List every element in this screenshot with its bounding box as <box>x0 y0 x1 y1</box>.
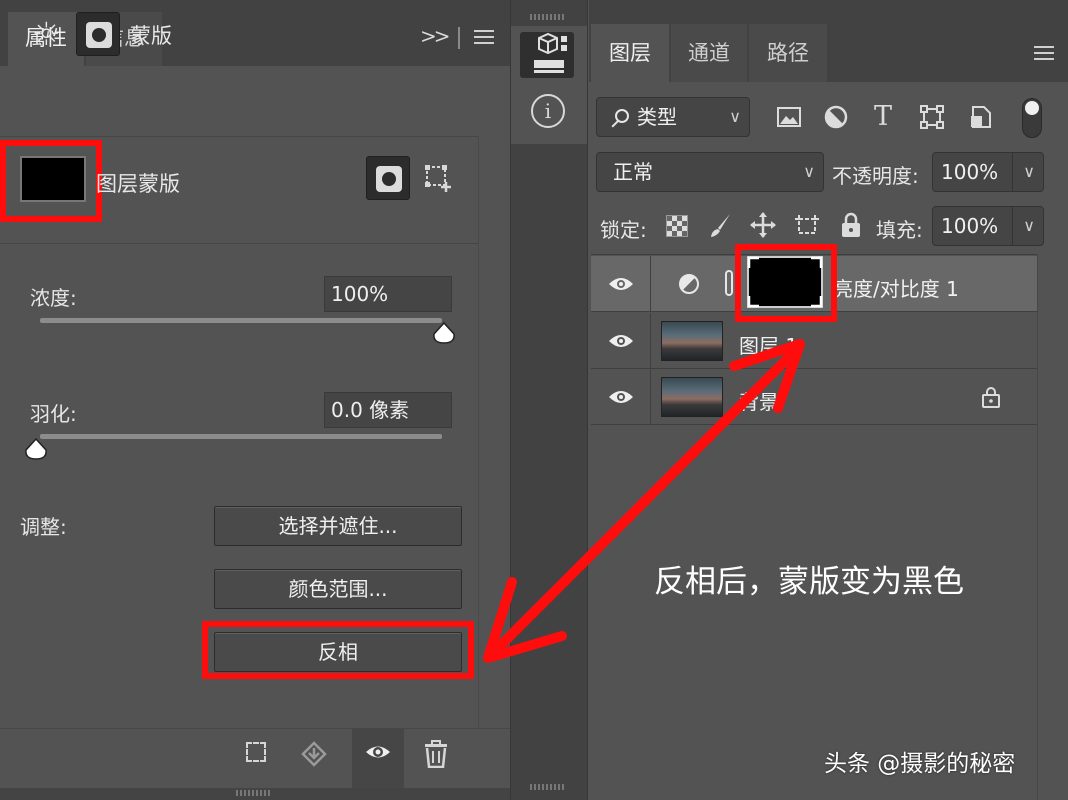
type-filter-icon[interactable]: T <box>870 103 896 130</box>
smart-object-filter-icon[interactable] <box>968 104 994 130</box>
info-icon[interactable]: i <box>531 94 565 128</box>
lock-icon <box>982 387 1000 408</box>
move-icon[interactable] <box>750 212 776 238</box>
lock-label: 锁定: <box>600 218 647 242</box>
resize-grip[interactable] <box>236 790 272 796</box>
annotation-text: 反相后，蒙版变为黑色 <box>654 564 964 600</box>
color-range-button[interactable]: 颜色范围... <box>214 569 462 609</box>
vector-mask-icon[interactable] <box>424 164 454 194</box>
select-and-mask-button[interactable]: 选择并遮住... <box>214 506 462 546</box>
layers-top-strip <box>589 0 1068 24</box>
adjustment-layer-icon <box>679 274 699 294</box>
layer-row[interactable]: 背景 <box>591 369 1037 425</box>
divider <box>0 243 478 244</box>
eye-icon[interactable] <box>364 741 392 763</box>
chevron-down-icon[interactable]: ∨ <box>1023 207 1035 245</box>
visibility-column <box>591 256 651 312</box>
divider <box>0 136 478 137</box>
feather-label: 羽化: <box>30 402 77 426</box>
layer-name: 背景 <box>739 390 779 414</box>
tab-channels[interactable]: 通道 <box>671 24 747 82</box>
dock-grip[interactable] <box>530 784 566 790</box>
filter-toggle-switch[interactable] <box>1022 98 1042 138</box>
panel-menu-icon[interactable] <box>474 30 494 44</box>
feather-slider-track[interactable] <box>40 434 442 439</box>
sun-icon[interactable]: ☼ <box>32 18 61 50</box>
fill-value: 100% <box>941 214 999 238</box>
layer-thumbnail <box>661 321 723 361</box>
blend-mode-dropdown[interactable]: 正常 ∨ <box>596 152 824 192</box>
eye-icon[interactable] <box>608 276 634 292</box>
tab-bar-divider <box>458 27 460 49</box>
chevron-down-icon: ∨ <box>729 107 741 126</box>
fill-label: 填充: <box>876 218 923 242</box>
apply-mask-icon[interactable] <box>300 740 328 768</box>
density-input[interactable]: 100% <box>324 276 452 312</box>
chain-link-icon[interactable] <box>725 270 733 296</box>
opacity-value: 100% <box>941 160 999 184</box>
highlight-frame-invert-button <box>202 621 474 679</box>
feather-input[interactable]: 0.0 像素 <box>324 392 452 428</box>
mask-icon[interactable] <box>76 12 120 56</box>
image-filter-icon[interactable] <box>776 104 802 130</box>
properties-scroll-area <box>478 136 510 728</box>
trash-icon[interactable] <box>424 740 448 769</box>
adjustment-filter-icon[interactable] <box>823 104 849 130</box>
dotted-selection-icon[interactable] <box>246 742 266 762</box>
lock-icon[interactable] <box>838 212 864 238</box>
properties-mode-label: 蒙版 <box>130 24 172 48</box>
highlight-frame-layer-mask <box>735 244 837 322</box>
highlight-frame-mask-thumbnail <box>0 140 102 222</box>
opacity-input[interactable]: 100% ∨ <box>932 152 1044 192</box>
layer-row[interactable]: 图层 1 <box>591 313 1037 369</box>
layer-filter-label: 类型 <box>637 105 677 129</box>
visibility-column <box>591 313 651 369</box>
dock-grip[interactable] <box>530 14 566 20</box>
layer-filter-dropdown[interactable]: 类型 ∨ <box>596 97 750 137</box>
chevron-down-icon[interactable]: ∨ <box>1023 153 1035 191</box>
layer-name: 图层 1 <box>739 334 799 358</box>
density-slider-track[interactable] <box>40 318 442 323</box>
density-label: 浓度: <box>30 286 77 310</box>
blend-mode-value: 正常 <box>613 160 653 184</box>
shape-filter-icon[interactable] <box>919 104 945 130</box>
brush-icon[interactable] <box>708 212 734 238</box>
fill-input[interactable]: 100% ∨ <box>932 206 1044 246</box>
visibility-column <box>591 369 651 425</box>
watermark: 头条 @摄影的秘密 <box>824 751 1016 777</box>
eye-icon[interactable] <box>608 389 634 405</box>
divider <box>1012 153 1013 191</box>
3d-icon[interactable] <box>520 32 574 78</box>
properties-mode-row <box>0 66 510 136</box>
tab-layers[interactable]: 图层 <box>591 24 669 82</box>
opacity-label: 不透明度: <box>832 164 919 188</box>
layer-thumbnail <box>661 377 723 417</box>
artboard-icon[interactable] <box>794 212 820 238</box>
chevron-down-icon: ∨ <box>803 162 815 181</box>
lock-transparency-icon[interactable] <box>666 215 688 237</box>
divider <box>1012 207 1013 245</box>
adjust-label: 调整: <box>20 515 67 539</box>
tab-paths[interactable]: 路径 <box>749 24 827 82</box>
layers-scroll-area <box>1037 254 1068 800</box>
panel-menu-icon[interactable] <box>1034 46 1054 60</box>
pixel-mask-button[interactable] <box>366 156 410 200</box>
search-icon <box>615 109 629 123</box>
layer-name: 亮度/对比度 1 <box>833 277 959 301</box>
collapse-panel-button[interactable]: >> <box>420 24 450 48</box>
eye-icon[interactable] <box>608 333 634 349</box>
mask-type-label: 图层蒙版 <box>96 172 180 196</box>
